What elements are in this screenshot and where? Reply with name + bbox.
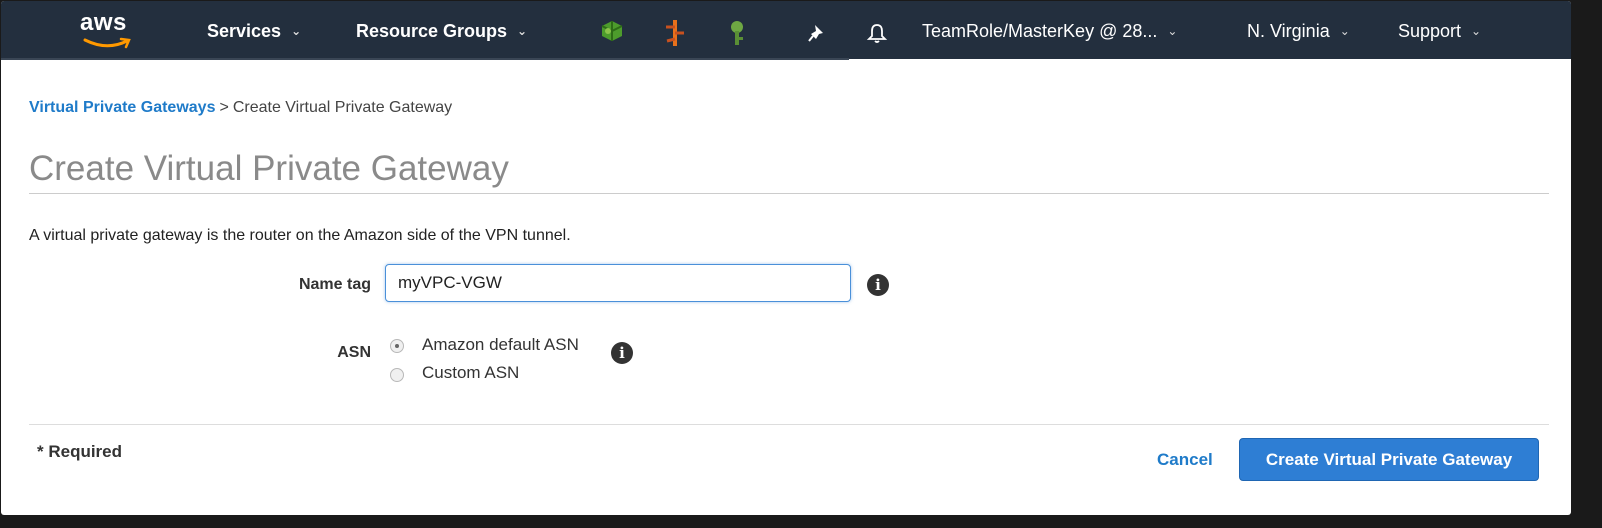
aws-logo[interactable]: aws: [77, 9, 137, 53]
custom-asn-label[interactable]: Custom ASN: [422, 363, 519, 383]
name-tag-info-icon[interactable]: i: [867, 274, 889, 296]
aws-smile-icon: [83, 37, 131, 49]
account-label: TeamRole/MasterKey @ 28...: [922, 21, 1158, 41]
support-label: Support: [1398, 21, 1462, 41]
footer-divider: [29, 424, 1549, 425]
services-menu[interactable]: Services ⌄: [207, 21, 301, 42]
breadcrumb: Virtual Private Gateways > Create Virtual …: [29, 99, 452, 117]
console-window: aws Services ⌄ Resource Groups ⌄ TeamRol…: [1, 1, 1571, 515]
breadcrumb-current: Create Virtual Private Gateway: [232, 99, 453, 116]
create-vpg-button[interactable]: Create Virtual Private Gateway: [1239, 438, 1539, 481]
region-label: N. Virginia: [1247, 21, 1330, 41]
top-navigation-bar: aws Services ⌄ Resource Groups ⌄ TeamRol…: [1, 1, 1571, 60]
resource-groups-label: Resource Groups: [356, 21, 508, 41]
chevron-down-icon: ⌄: [291, 24, 302, 38]
custom-asn-radio[interactable]: [390, 368, 404, 382]
region-menu[interactable]: N. Virginia ⌄: [1247, 21, 1350, 42]
title-divider: [29, 193, 1549, 194]
key-service-icon[interactable]: [727, 19, 747, 47]
lambda-service-icon[interactable]: [663, 19, 687, 47]
chevron-down-icon: ⌄: [1167, 24, 1178, 38]
chevron-down-icon: ⌄: [517, 24, 528, 38]
support-menu[interactable]: Support ⌄: [1398, 21, 1481, 42]
services-label: Services: [207, 21, 282, 41]
cancel-button[interactable]: Cancel: [1157, 450, 1213, 470]
chevron-down-icon: ⌄: [1471, 24, 1482, 38]
aws-logo-text: aws: [80, 9, 127, 36]
chevron-down-icon: ⌄: [1339, 24, 1350, 38]
pin-icon[interactable]: [807, 23, 827, 43]
amazon-default-asn-radio[interactable]: [390, 339, 404, 353]
page-description: A virtual private gateway is the router …: [29, 227, 571, 244]
asn-label: ASN: [337, 344, 371, 361]
resource-groups-menu[interactable]: Resource Groups ⌄: [356, 21, 527, 42]
cloud-service-icon[interactable]: [599, 19, 625, 43]
name-tag-label: Name tag: [298, 276, 371, 293]
page-title: Create Virtual Private Gateway: [29, 149, 509, 188]
breadcrumb-vpg-link[interactable]: Virtual Private Gateways: [29, 99, 215, 116]
account-menu[interactable]: TeamRole/MasterKey @ 28... ⌄: [922, 21, 1177, 42]
topbar-underline: [1, 58, 849, 60]
name-tag-input[interactable]: [385, 264, 851, 302]
amazon-default-asn-label[interactable]: Amazon default ASN: [422, 335, 579, 355]
asn-info-icon[interactable]: i: [611, 342, 633, 364]
bell-icon[interactable]: [866, 22, 888, 44]
breadcrumb-separator: >: [219, 99, 229, 116]
required-note: * Required: [37, 442, 123, 461]
